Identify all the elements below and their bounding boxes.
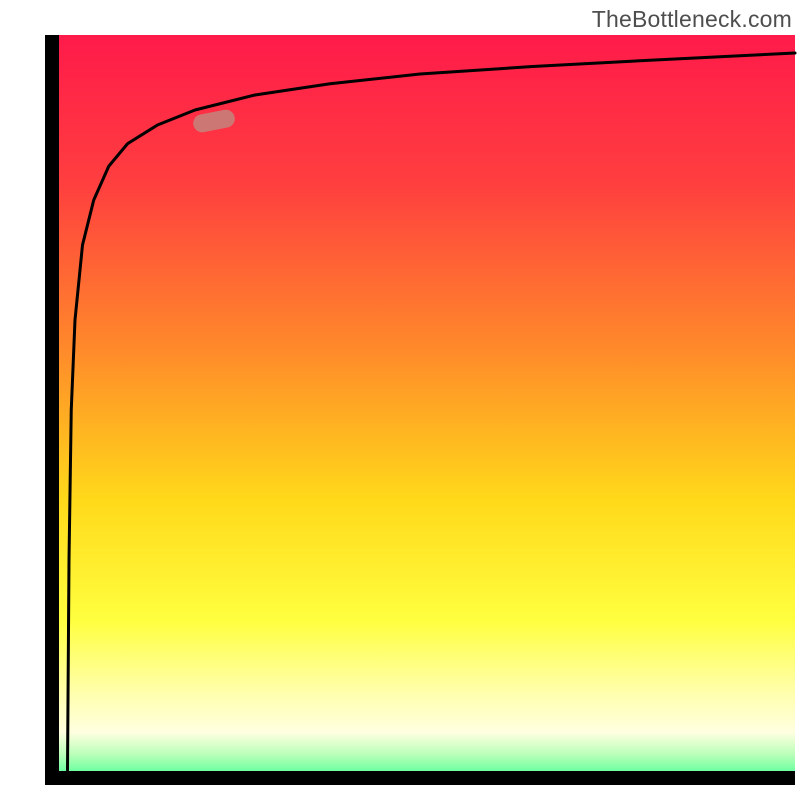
x-axis [45, 771, 795, 785]
plot-area [45, 35, 795, 785]
y-axis [45, 35, 59, 785]
attribution-label: TheBottleneck.com [592, 6, 792, 33]
chart-frame: TheBottleneck.com [0, 0, 800, 800]
curve-line [45, 35, 795, 785]
